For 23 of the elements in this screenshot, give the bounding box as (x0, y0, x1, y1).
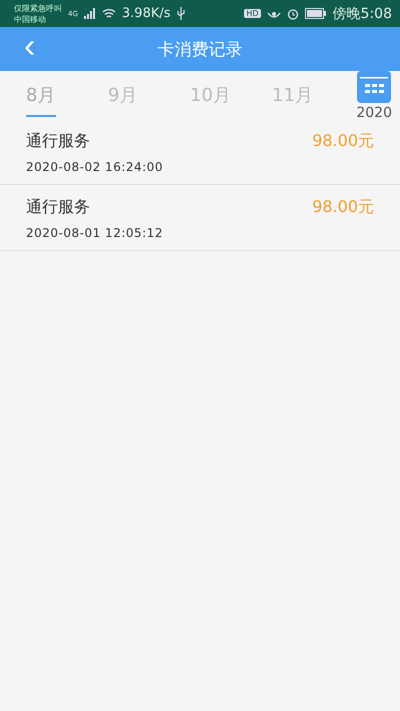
hd-badge: HD (244, 9, 261, 18)
usb-icon (176, 7, 185, 20)
alarm-icon (286, 8, 299, 20)
month-tab[interactable]: 9月 (94, 71, 176, 117)
calendar-icon[interactable] (357, 69, 392, 103)
record-title: 通行服务 (26, 197, 91, 218)
carrier-status: 仅限紧急呼叫 (14, 2, 62, 14)
month-tab[interactable]: 11月 (258, 71, 340, 117)
back-button[interactable]: ‹ (0, 31, 60, 67)
record-time: 2020-08-02 16:24:00 (26, 160, 163, 174)
record-amount: 98.00元 (312, 131, 374, 152)
record-amount: 98.00元 (312, 197, 374, 218)
clock: 傍晚5:08 (332, 4, 392, 22)
carrier-name: 中国移动 (14, 14, 47, 24)
network-speed: 3.98K/s (122, 6, 171, 21)
battery-icon (304, 8, 327, 19)
signal-icon (84, 8, 96, 19)
month-tab[interactable]: 10月 (176, 71, 258, 117)
record-time: 2020-08-01 12:05:12 (26, 226, 163, 240)
record-title: 通行服务 (26, 131, 91, 152)
page-title: 卡消费记录 (158, 38, 242, 60)
year-label: 2020 (356, 105, 392, 121)
wifi-icon (102, 8, 116, 19)
